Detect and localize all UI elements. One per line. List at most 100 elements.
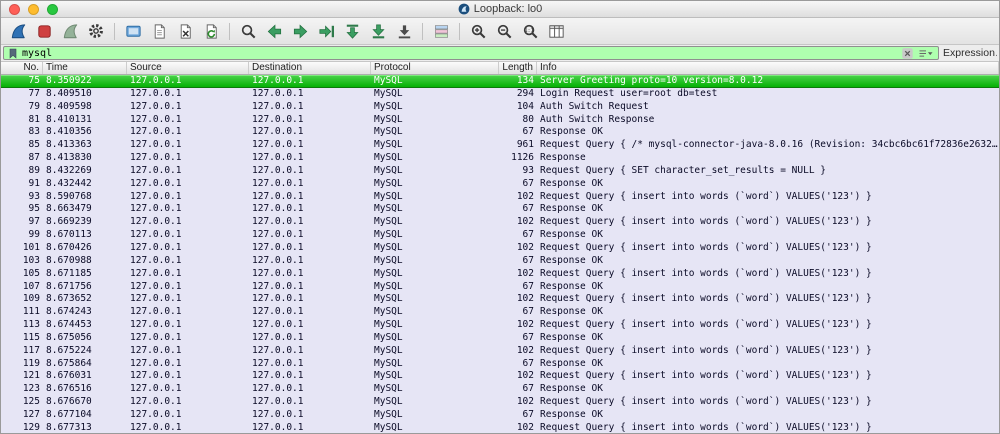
packet-row[interactable]: 81 8.410131 127.0.0.1 127.0.0.1 MySQL 80 Auth … <box>1 113 999 127</box>
find-packet-button[interactable] <box>235 20 261 43</box>
packet-row[interactable]: 107 8.671756 127.0.0.1 127.0.0.1 MySQL 67 Resp… <box>1 280 999 294</box>
close-file-button[interactable] <box>172 20 198 43</box>
packet-row[interactable]: 83 8.410356 127.0.0.1 127.0.0.1 MySQL 67 Respo… <box>1 126 999 140</box>
packet-cell-destination: 127.0.0.1 <box>252 396 304 408</box>
packet-row[interactable]: 97 8.669239 127.0.0.1 127.0.0.1 MySQL 102 Requ… <box>1 216 999 230</box>
packet-cell-length: 67 <box>522 408 534 420</box>
packet-row[interactable]: 91 8.432442 127.0.0.1 127.0.0.1 MySQL 67 Respo… <box>1 177 999 191</box>
open-file-button[interactable] <box>120 20 146 43</box>
packet-cell-time: 8.671756 <box>46 280 92 292</box>
packet-row[interactable]: 89 8.432269 127.0.0.1 127.0.0.1 MySQL 93 Reque… <box>1 164 999 178</box>
clear-filter-icon[interactable] <box>901 47 914 60</box>
packet-cell-info: Auth Switch Response <box>540 113 655 125</box>
go-first-packet-icon <box>343 22 362 41</box>
packet-row[interactable]: 87 8.413830 127.0.0.1 127.0.0.1 MySQL 1126 Res… <box>1 152 999 165</box>
packet-row[interactable]: 123 8.676516 127.0.0.1 127.0.0.1 MySQL 67 Resp… <box>1 383 999 397</box>
minimize-window-button[interactable] <box>28 3 39 15</box>
packet-row[interactable]: 125 8.676670 127.0.0.1 127.0.0.1 MySQL 102 Req… <box>1 396 999 409</box>
packet-row[interactable]: 79 8.409598 127.0.0.1 127.0.0.1 MySQL 104 Auth… <box>1 100 999 114</box>
packet-cell-source: 127.0.0.1 <box>130 164 182 176</box>
reload-file-button[interactable] <box>198 20 224 43</box>
column-header-length[interactable]: Length <box>499 62 537 74</box>
auto-scroll-button[interactable] <box>391 20 417 43</box>
zoom-out-icon <box>495 22 514 41</box>
packet-cell-protocol: MySQL <box>374 319 403 331</box>
packet-cell-source: 127.0.0.1 <box>130 396 182 408</box>
go-last-packet-icon <box>369 22 388 41</box>
zoom-original-button[interactable]: 1:1 <box>517 20 543 43</box>
column-header-source[interactable]: Source <box>127 62 249 74</box>
go-back-icon <box>265 22 284 41</box>
packet-row[interactable]: 99 8.670113 127.0.0.1 127.0.0.1 MySQL 67 Respo… <box>1 229 999 242</box>
colorize-packets-icon <box>432 22 451 41</box>
stop-capture-button[interactable] <box>31 20 57 43</box>
packet-cell-length: 134 <box>516 75 534 86</box>
zoom-out-button[interactable] <box>491 20 517 43</box>
packet-row[interactable]: 105 8.671185 127.0.0.1 127.0.0.1 MySQL 102 Req… <box>1 267 999 281</box>
packet-cell-destination: 127.0.0.1 <box>252 152 304 164</box>
expression-button[interactable]: Expression… <box>943 47 997 59</box>
restart-capture-button[interactable] <box>57 20 83 43</box>
packet-row[interactable]: 77 8.409510 127.0.0.1 127.0.0.1 MySQL 294 Logi… <box>1 87 999 101</box>
packet-row[interactable]: 113 8.674453 127.0.0.1 127.0.0.1 MySQL 102 Req… <box>1 319 999 332</box>
capture-options-button[interactable] <box>83 20 109 43</box>
go-forward-button[interactable] <box>287 20 313 43</box>
packet-row[interactable]: 127 8.677104 127.0.0.1 127.0.0.1 MySQL 67 Resp… <box>1 408 999 422</box>
packet-cell-info: Response OK <box>540 126 603 138</box>
packet-row[interactable]: 119 8.675864 127.0.0.1 127.0.0.1 MySQL 67 Resp… <box>1 357 999 371</box>
column-header-destination[interactable]: Destination <box>249 62 371 74</box>
resize-columns-button[interactable] <box>543 20 569 43</box>
packet-row[interactable]: 101 8.670426 127.0.0.1 127.0.0.1 MySQL 102 Req… <box>1 241 999 255</box>
packet-cell-destination: 127.0.0.1 <box>252 75 304 86</box>
colorize-packets-button[interactable] <box>428 20 454 43</box>
packet-row[interactable]: 117 8.675224 127.0.0.1 127.0.0.1 MySQL 102 Req… <box>1 344 999 358</box>
column-header-info[interactable]: Info <box>537 62 999 74</box>
packet-row[interactable]: 93 8.590768 127.0.0.1 127.0.0.1 MySQL 102 Requ… <box>1 190 999 204</box>
packet-cell-length: 67 <box>522 331 534 343</box>
packet-cell-source: 127.0.0.1 <box>130 241 182 253</box>
column-header-no[interactable]: No. <box>1 62 43 74</box>
packet-cell-no: 87 <box>28 152 40 164</box>
bookmark-icon[interactable] <box>7 47 19 60</box>
packet-cell-time: 8.413363 <box>46 139 92 151</box>
auto-scroll-icon <box>395 22 414 41</box>
packet-cell-info: Request Query { insert into words (`word… <box>540 319 872 331</box>
packet-cell-length: 102 <box>516 241 534 253</box>
packet-cell-source: 127.0.0.1 <box>130 152 182 164</box>
packet-cell-destination: 127.0.0.1 <box>252 319 304 331</box>
zoom-window-button[interactable] <box>47 3 58 15</box>
packet-cell-no: 121 <box>22 370 40 382</box>
save-file-button[interactable] <box>146 20 172 43</box>
column-header-time[interactable]: Time <box>43 62 127 74</box>
packet-cell-info: Request Query { insert into words (`word… <box>540 370 872 382</box>
start-capture-button[interactable] <box>5 20 31 43</box>
packet-row[interactable]: 111 8.674243 127.0.0.1 127.0.0.1 MySQL 67 Resp… <box>1 306 999 320</box>
go-last-packet-button[interactable] <box>365 20 391 43</box>
zoom-in-button[interactable] <box>465 20 491 43</box>
packet-row[interactable]: 115 8.675056 127.0.0.1 127.0.0.1 MySQL 67 Resp… <box>1 331 999 345</box>
packet-row[interactable]: 121 8.676031 127.0.0.1 127.0.0.1 MySQL 102 Req… <box>1 370 999 384</box>
packet-row[interactable]: 109 8.673652 127.0.0.1 127.0.0.1 MySQL 102 Req… <box>1 293 999 307</box>
packet-cell-protocol: MySQL <box>374 357 403 369</box>
go-to-packet-button[interactable] <box>313 20 339 43</box>
packet-cell-destination: 127.0.0.1 <box>252 126 304 138</box>
title-bar: Loopback: lo0 <box>1 1 999 18</box>
packet-cell-info: Request Query { insert into words (`word… <box>540 344 872 356</box>
go-back-button[interactable] <box>261 20 287 43</box>
filter-dropdown-icon[interactable] <box>917 47 935 60</box>
packet-cell-no: 83 <box>28 126 40 138</box>
go-first-packet-button[interactable] <box>339 20 365 43</box>
packet-row[interactable]: 85 8.413363 127.0.0.1 127.0.0.1 MySQL 961 Requ… <box>1 139 999 153</box>
display-filter-input[interactable]: mysql <box>3 46 939 60</box>
column-header-protocol[interactable]: Protocol <box>371 62 499 74</box>
packet-cell-source: 127.0.0.1 <box>130 319 182 331</box>
packet-row[interactable]: 95 8.663479 127.0.0.1 127.0.0.1 MySQL 67 Respo… <box>1 203 999 217</box>
stop-capture-icon <box>35 22 54 41</box>
packet-cell-source: 127.0.0.1 <box>130 100 182 112</box>
packet-cell-length: 104 <box>516 100 534 112</box>
packet-row[interactable]: 129 8.677313 127.0.0.1 127.0.0.1 MySQL 102 Req… <box>1 421 999 433</box>
open-file-icon <box>124 22 143 41</box>
close-window-button[interactable] <box>9 3 20 15</box>
packet-row[interactable]: 103 8.670988 127.0.0.1 127.0.0.1 MySQL 67 Resp… <box>1 254 999 268</box>
packet-row[interactable]: 75 8.350922 127.0.0.1 127.0.0.1 MySQL 134 Serv… <box>1 75 999 88</box>
